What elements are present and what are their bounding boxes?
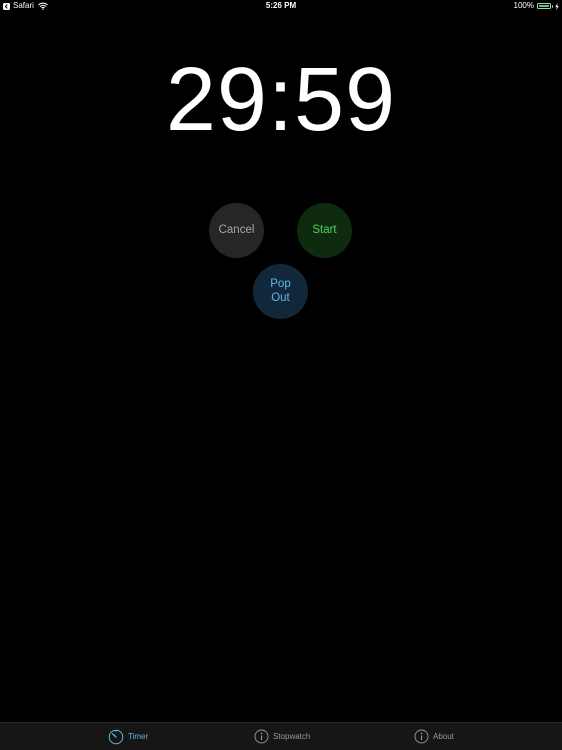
tab-stopwatch-label: Stopwatch	[273, 732, 311, 741]
cancel-button-label: Cancel	[218, 223, 255, 236]
status-bar-time: 5:26 PM	[265, 1, 297, 10]
battery-tip	[551, 4, 553, 8]
tab-about[interactable]: About	[414, 723, 454, 750]
start-button-label: Start	[312, 223, 337, 236]
pop-out-label-line2: Out	[271, 291, 290, 304]
tab-timer[interactable]: Timer	[108, 723, 148, 750]
info-icon	[254, 729, 269, 744]
cancel-button[interactable]: Cancel	[209, 203, 264, 258]
timer-icon	[108, 729, 124, 744]
tab-stopwatch[interactable]: Stopwatch	[254, 723, 310, 750]
battery-icon	[537, 3, 551, 9]
start-button[interactable]: Start	[297, 203, 352, 258]
tab-about-label: About	[433, 732, 454, 741]
pop-out-button[interactable]: Pop Out	[253, 264, 308, 319]
timer-display: 29:59	[165, 50, 397, 150]
status-bar-right: 100%	[514, 0, 559, 12]
pop-out-label-line1: Pop	[270, 278, 291, 290]
tab-timer-label: Timer	[128, 732, 149, 741]
tab-bar: Timer Stopwatch About	[0, 722, 562, 750]
charging-icon	[555, 2, 559, 10]
info-icon	[414, 729, 429, 744]
battery-level-fill	[539, 5, 549, 7]
battery-percent: 100%	[513, 1, 534, 10]
status-bar: Safari 5:26 PM 100%	[0, 0, 562, 12]
